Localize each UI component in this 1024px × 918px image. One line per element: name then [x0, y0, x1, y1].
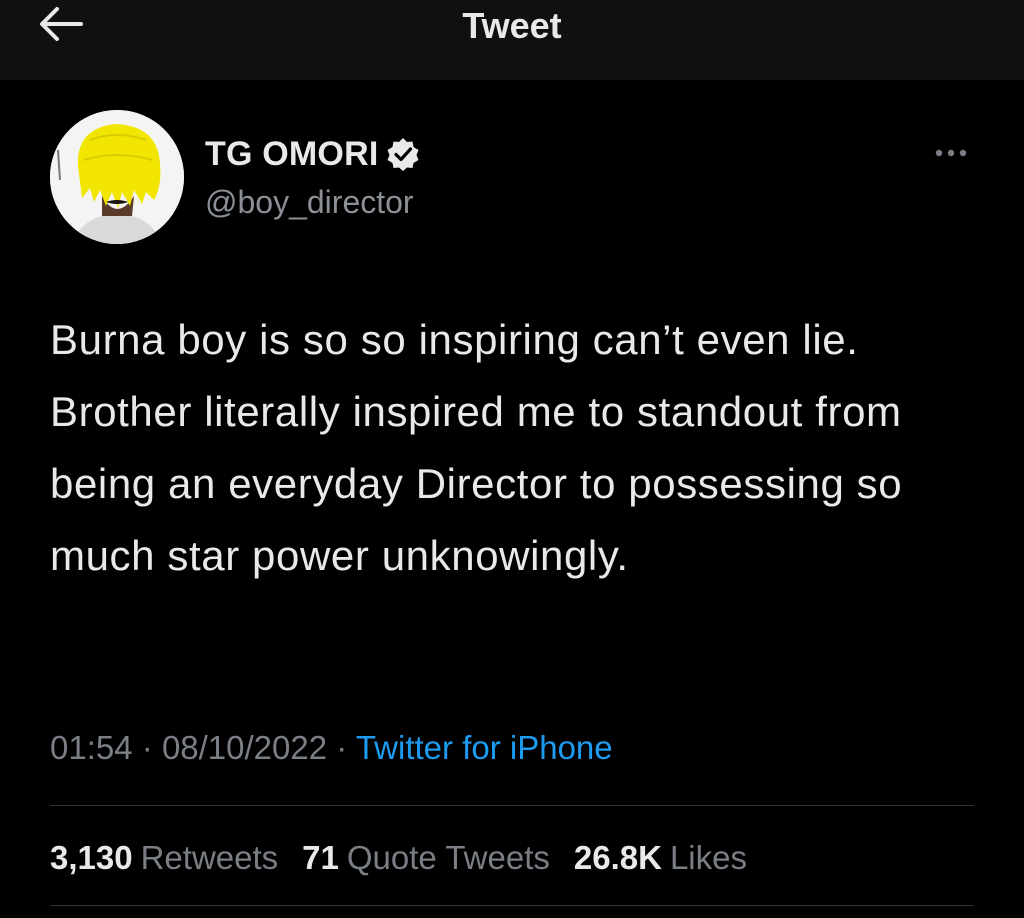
divider: [50, 905, 974, 906]
more-horizontal-icon: [931, 145, 971, 163]
author-handle[interactable]: @boy_director: [205, 182, 414, 222]
avatar[interactable]: [50, 110, 184, 244]
divider: [50, 805, 974, 806]
author-display-name[interactable]: TG OMORI: [205, 135, 378, 174]
likes-stat[interactable]: 26.8K Likes: [574, 836, 747, 880]
tweet-date[interactable]: 08/10/2022: [162, 729, 327, 766]
tweet-text: Burna boy is so so inspiring can’t even …: [50, 316, 903, 579]
more-options-button[interactable]: [928, 136, 974, 172]
author-name-row: TG OMORI: [205, 132, 422, 176]
retweets-stat[interactable]: 3,130 Retweets: [50, 836, 278, 880]
tweet-stats: 3,130 Retweets 71 Quote Tweets 26.8K Likes: [50, 836, 771, 880]
retweets-label: Retweets: [140, 839, 279, 876]
top-bar: Tweet: [0, 0, 1024, 80]
page-title: Tweet: [462, 5, 562, 46]
tweet-meta: 01:54 · 08/10/2022 · Twitter for iPhone: [50, 726, 613, 770]
tweet-source-link[interactable]: Twitter for iPhone: [356, 729, 613, 766]
quote-tweets-stat[interactable]: 71 Quote Tweets: [302, 836, 550, 880]
verified-badge-icon: [386, 136, 422, 172]
quote-tweets-label: Quote Tweets: [346, 839, 550, 876]
quote-tweets-count: 71: [302, 839, 339, 876]
meta-separator: ·: [336, 729, 356, 766]
likes-count: 26.8K: [573, 839, 662, 876]
avatar-image: [50, 110, 184, 244]
retweets-count: 3,130: [50, 839, 133, 876]
meta-separator: ·: [141, 729, 162, 766]
tweet-time[interactable]: 01:54: [50, 729, 133, 766]
likes-label: Likes: [669, 839, 747, 876]
